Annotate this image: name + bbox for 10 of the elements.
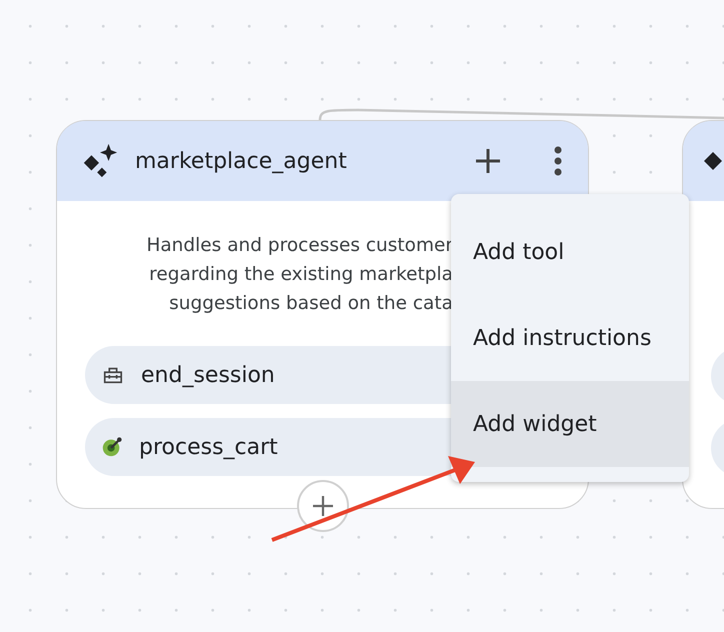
plus-icon (311, 494, 335, 518)
sparkle-icon (81, 142, 119, 180)
tool-name: process_cart (139, 434, 278, 460)
tool-name: end_session (141, 362, 275, 388)
gauge-icon (101, 436, 123, 458)
node-description: Handles and processes customer regarding the existing marketpla suggestions based on the cata (145, 234, 453, 316)
menu-item[interactable]: Add widget (451, 381, 689, 467)
add-button[interactable] (297, 480, 349, 532)
diamond-icon (703, 151, 723, 171)
node-title: marketplace_agent (135, 148, 348, 174)
